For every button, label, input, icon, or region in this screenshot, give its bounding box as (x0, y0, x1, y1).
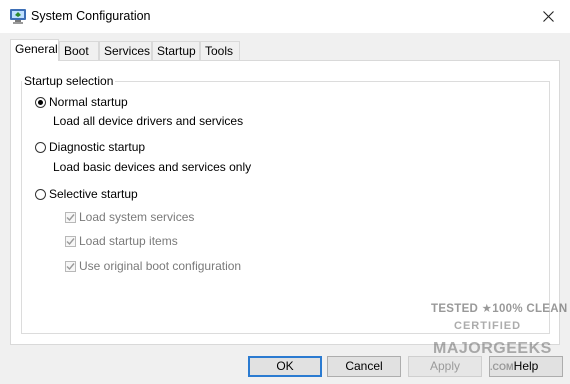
system-config-icon (10, 9, 26, 24)
radio-unselected-icon (35, 141, 46, 153)
diagnostic-startup-label: Diagnostic startup (49, 140, 146, 154)
tab-general[interactable]: General (10, 39, 59, 61)
tab-tools[interactable]: Tools (200, 41, 240, 60)
tab-startup[interactable]: Startup (152, 41, 200, 60)
use-original-boot-config-label: Use original boot configuration (79, 259, 242, 273)
watermark-tested-clean: TESTED ★100% CLEAN (431, 303, 568, 315)
startup-selection-legend: Startup selection (22, 74, 116, 88)
close-button[interactable] (526, 0, 570, 33)
apply-button[interactable]: Apply (408, 356, 482, 377)
radio-selected-icon (35, 96, 46, 108)
window-title: System Configuration (31, 9, 151, 23)
normal-startup-description: Load all device drivers and services (53, 114, 244, 128)
checkmark-icon (65, 260, 76, 272)
tab-services[interactable]: Services (99, 41, 152, 60)
diagnostic-startup-description: Load basic devices and services only (53, 160, 252, 174)
selective-startup-radio[interactable]: Selective startup (35, 187, 138, 201)
normal-startup-radio[interactable]: Normal startup (35, 95, 128, 109)
diagnostic-startup-radio[interactable]: Diagnostic startup (35, 140, 145, 154)
selective-startup-label: Selective startup (49, 187, 138, 201)
ok-button[interactable]: OK (248, 356, 322, 377)
watermark-dotcom: .COM (490, 362, 514, 372)
close-icon (542, 11, 554, 22)
load-startup-items-label: Load startup items (79, 234, 178, 248)
load-system-services-checkbox[interactable]: Load system services (65, 210, 194, 224)
use-original-boot-config-checkbox[interactable]: Use original boot configuration (65, 259, 241, 273)
checkmark-icon (65, 235, 76, 247)
watermark-certified: CERTIFIED (454, 320, 522, 332)
radio-unselected-icon (35, 188, 46, 200)
load-system-services-label: Load system services (79, 210, 195, 224)
cancel-button[interactable]: Cancel (327, 356, 401, 377)
title-bar: System Configuration (0, 0, 570, 33)
watermark-majorgeeks: MAJORGEEKS (433, 340, 552, 357)
checkmark-icon (65, 211, 76, 223)
load-startup-items-checkbox[interactable]: Load startup items (65, 234, 178, 248)
normal-startup-label: Normal startup (49, 95, 128, 109)
tab-boot[interactable]: Boot (59, 41, 99, 60)
